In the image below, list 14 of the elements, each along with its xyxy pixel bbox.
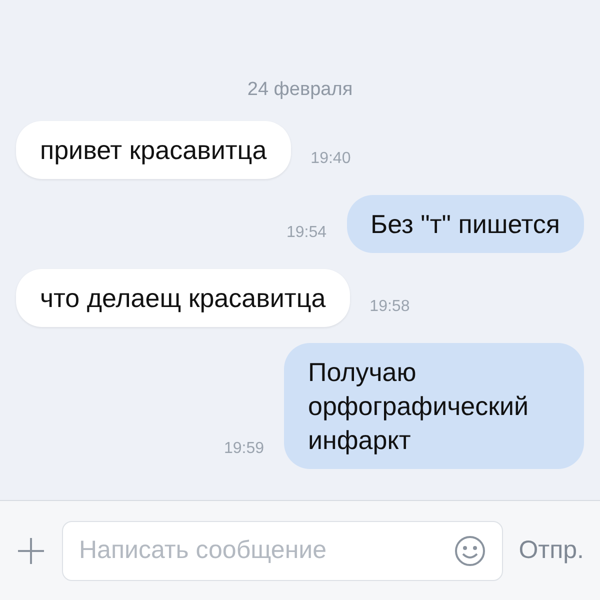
- date-label: 24 февраля: [247, 78, 353, 102]
- plus-icon[interactable]: [16, 536, 46, 566]
- message-input[interactable]: Написать сообщение: [79, 532, 446, 570]
- message-bubble: Без "т" пишется: [346, 194, 584, 252]
- message-time: 19:59: [224, 438, 264, 458]
- message-time: 19:40: [310, 148, 351, 168]
- message-field[interactable]: Написать сообщение: [62, 520, 503, 580]
- message-time: 19:54: [286, 222, 327, 242]
- message-time: 19:58: [370, 296, 410, 316]
- message-bubble: что делаещ красавитца: [16, 268, 350, 326]
- message-bubble: Получаю орфографический инфаркт: [284, 342, 584, 468]
- smiley-icon[interactable]: [454, 534, 486, 566]
- send-button[interactable]: Отпр.: [518, 532, 584, 570]
- message-bubble: привет красавитца: [16, 120, 291, 178]
